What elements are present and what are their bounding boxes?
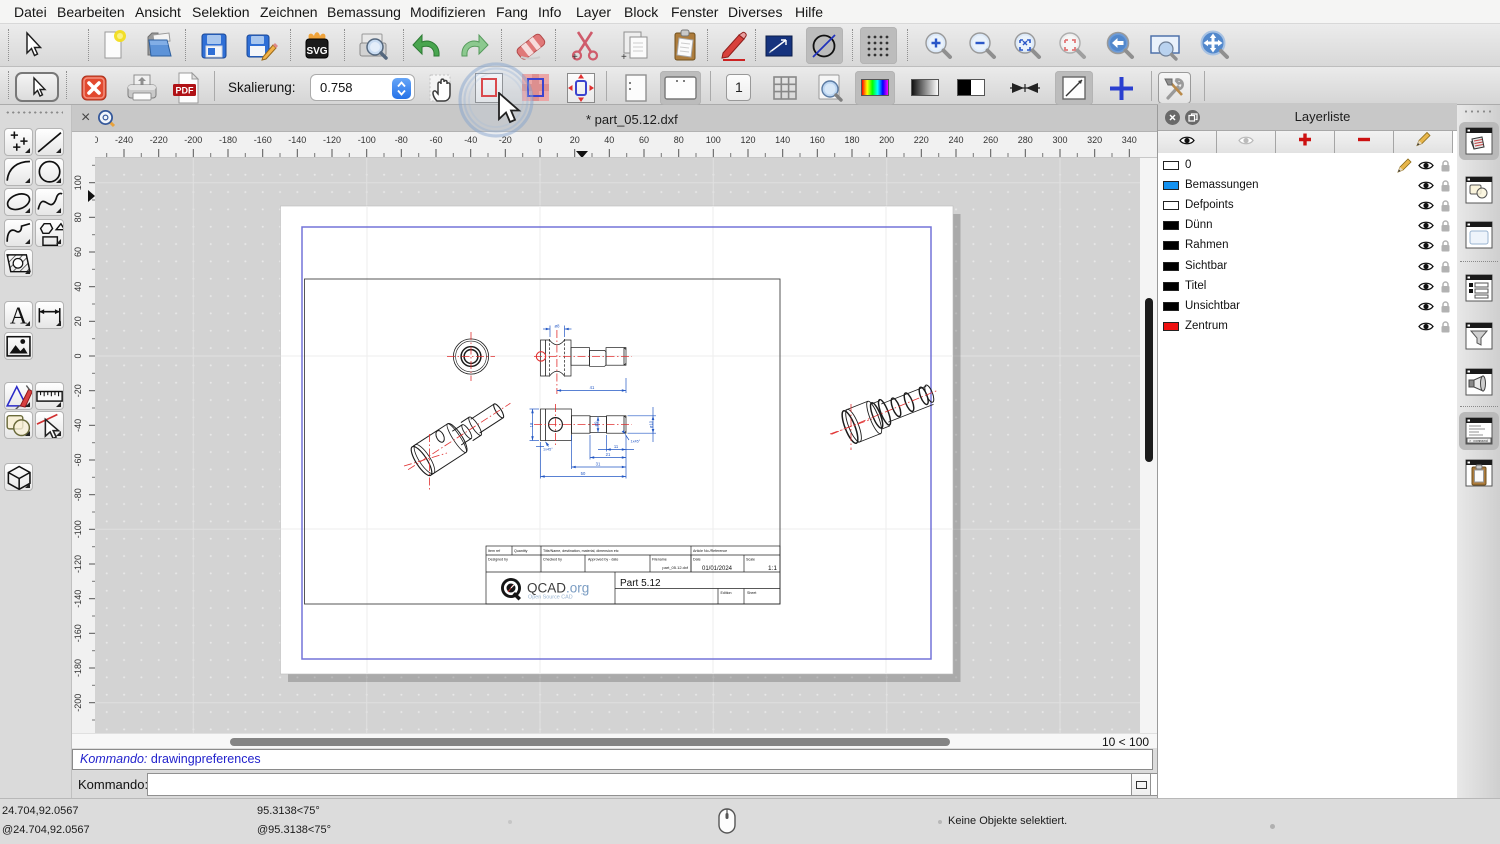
svg-text:-120: -120: [323, 135, 341, 145]
svg-text:Date: Date: [693, 558, 701, 562]
svg-text:40: 40: [73, 282, 83, 292]
svg-text:60: 60: [639, 135, 649, 145]
svg-text:100: 100: [706, 135, 721, 145]
svg-text:280: 280: [1018, 135, 1033, 145]
svg-text:-80: -80: [395, 135, 408, 145]
svg-text:+: +: [621, 52, 627, 63]
svg-text:ø9: ø9: [594, 421, 599, 427]
svg-text:160: 160: [810, 135, 825, 145]
svg-text:Item ref: Item ref: [488, 549, 500, 553]
svg-text:Scale: Scale: [746, 558, 755, 562]
svg-text:18: 18: [529, 422, 534, 427]
svg-text:40: 40: [604, 135, 614, 145]
svg-text:100: 100: [73, 175, 83, 190]
svg-text:PDF: PDF: [176, 86, 195, 96]
svg-text:-160: -160: [254, 135, 272, 145]
svg-text:ø10: ø10: [649, 420, 654, 428]
svg-text:ø8: ø8: [555, 324, 561, 329]
svg-text:300: 300: [1052, 135, 1067, 145]
svg-text:-200: -200: [73, 694, 83, 712]
svg-text:-120: -120: [73, 555, 83, 573]
svg-text:-100: -100: [73, 520, 83, 538]
svg-text:21: 21: [606, 452, 611, 457]
svg-text:Title/Name, destination, mater: Title/Name, destination, material, dimen…: [543, 549, 619, 553]
svg-text:Edition: Edition: [721, 591, 732, 595]
svg-text:01/01/2024: 01/01/2024: [702, 566, 733, 572]
svg-text:340: 340: [1122, 135, 1137, 145]
svg-text:1:1: 1:1: [768, 565, 777, 572]
svg-text:200: 200: [879, 135, 894, 145]
svg-text:Checked by: Checked by: [543, 558, 562, 562]
svg-text:-20: -20: [73, 384, 83, 397]
svg-text:260: 260: [983, 135, 998, 145]
svg-text:1x45°: 1x45°: [631, 440, 641, 444]
svg-text:QCAD.org: QCAD.org: [527, 581, 589, 596]
svg-text:11: 11: [614, 444, 619, 449]
svg-text:-200: -200: [184, 135, 202, 145]
svg-text:-260: -260: [95, 135, 98, 145]
svg-text:-80: -80: [73, 488, 83, 501]
svg-text:0: 0: [73, 353, 83, 358]
svg-text:41: 41: [590, 385, 595, 390]
svg-text:-140: -140: [73, 590, 83, 608]
svg-text:Sheet: Sheet: [747, 591, 756, 595]
svg-text:SVG: SVG: [306, 46, 327, 57]
svg-text:240: 240: [948, 135, 963, 145]
svg-text:Article No./Reference: Article No./Reference: [693, 549, 727, 553]
svg-text:-60: -60: [429, 135, 442, 145]
svg-text:180: 180: [844, 135, 859, 145]
svg-text:-60: -60: [73, 453, 83, 466]
svg-text:80: 80: [674, 135, 684, 145]
svg-text:20: 20: [570, 135, 580, 145]
svg-text:Quantity: Quantity: [514, 549, 528, 553]
svg-text:part_05.12.dxf: part_05.12.dxf: [662, 565, 688, 570]
svg-text:+: +: [572, 52, 578, 63]
svg-text:120: 120: [740, 135, 755, 145]
svg-text:Designed by: Designed by: [488, 558, 508, 562]
svg-text:140: 140: [775, 135, 790, 145]
svg-text:-140: -140: [288, 135, 306, 145]
svg-text:50: 50: [581, 471, 586, 476]
svg-text:Open Source CAD: Open Source CAD: [528, 595, 573, 601]
svg-text:1x45°: 1x45°: [543, 448, 553, 452]
svg-text:-100: -100: [358, 135, 376, 145]
svg-text:-160: -160: [73, 624, 83, 642]
svg-text:0: 0: [537, 135, 542, 145]
svg-text:-220: -220: [150, 135, 168, 145]
svg-text:-180: -180: [219, 135, 237, 145]
svg-text:-240: -240: [115, 135, 133, 145]
svg-text:> command: > command: [1469, 439, 1488, 444]
svg-text:31: 31: [596, 462, 601, 467]
svg-text:220: 220: [914, 135, 929, 145]
svg-text:TM: TM: [581, 592, 586, 596]
svg-text:60: 60: [73, 247, 83, 257]
svg-text:-40: -40: [73, 419, 83, 432]
svg-text:Filename: Filename: [652, 558, 667, 562]
svg-text:320: 320: [1087, 135, 1102, 145]
svg-text:20: 20: [73, 316, 83, 326]
svg-text:-180: -180: [73, 659, 83, 677]
svg-text:Part 5.12: Part 5.12: [620, 578, 661, 589]
svg-text:Approved by - date: Approved by - date: [588, 558, 618, 562]
svg-text:80: 80: [73, 212, 83, 222]
